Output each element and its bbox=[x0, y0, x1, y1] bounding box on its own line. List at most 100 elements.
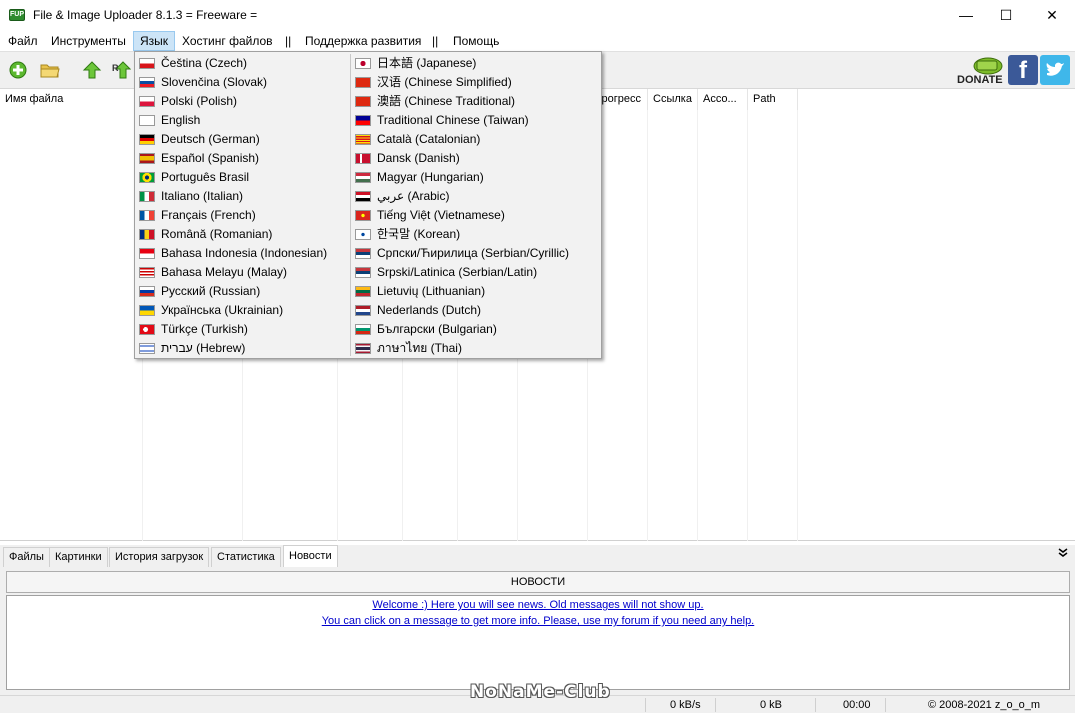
news-link[interactable]: You can click on a message to get more i… bbox=[7, 615, 1069, 627]
facebook-button[interactable]: f bbox=[1008, 55, 1038, 85]
language-option-label: Català (Catalonian) bbox=[377, 132, 481, 146]
language-option[interactable]: Slovenčina (Slovak) bbox=[139, 73, 347, 92]
language-option-label: 澳語 (Chinese Traditional) bbox=[377, 94, 516, 108]
menu-separator: || bbox=[432, 34, 439, 48]
language-option[interactable]: Tiếng Việt (Vietnamese) bbox=[355, 206, 599, 225]
language-option[interactable]: عربي (Arabic) bbox=[355, 187, 599, 206]
app-icon: FUP bbox=[9, 9, 25, 21]
menu-separator: || bbox=[285, 34, 292, 48]
menu-column-divider bbox=[350, 54, 351, 356]
menu-tools[interactable]: Инструменты bbox=[45, 31, 132, 51]
language-option[interactable]: ภาษาไทย (Thai) bbox=[355, 339, 599, 358]
news-panel: НОВОСТИ Welcome :) Here you will see new… bbox=[0, 567, 1075, 695]
status-divider bbox=[885, 698, 886, 712]
folder-icon[interactable] bbox=[40, 61, 60, 79]
thai-flag-icon bbox=[355, 343, 371, 354]
menu-support[interactable]: Поддержка развития bbox=[299, 31, 427, 51]
menu-language[interactable]: Язык bbox=[133, 31, 176, 51]
language-option[interactable]: Türkçe (Turkish) bbox=[139, 320, 347, 339]
serbian-flag-icon bbox=[355, 267, 371, 278]
language-option[interactable]: Русский (Russian) bbox=[139, 282, 347, 301]
tab-images[interactable]: Картинки bbox=[49, 547, 108, 567]
tab-statistics[interactable]: Статистика bbox=[211, 547, 281, 567]
tab-files[interactable]: Файлы bbox=[3, 547, 50, 567]
polish-flag-icon bbox=[139, 96, 155, 107]
language-option[interactable]: Magyar (Hungarian) bbox=[355, 168, 599, 187]
language-column-right: 日本語 (Japanese) 汉语 (Chinese Simplified) 澳語 … bbox=[355, 54, 599, 358]
language-option[interactable]: English bbox=[139, 111, 347, 130]
language-option[interactable]: Română (Romanian) bbox=[139, 225, 347, 244]
add-icon[interactable] bbox=[8, 61, 28, 79]
status-divider bbox=[715, 698, 716, 712]
language-option-label: Čeština (Czech) bbox=[161, 56, 248, 70]
twitter-button[interactable] bbox=[1040, 55, 1070, 85]
column-account[interactable]: Acco... bbox=[698, 89, 748, 110]
czech-flag-icon bbox=[139, 58, 155, 69]
language-option[interactable]: 澳語 (Chinese Traditional) bbox=[355, 92, 599, 111]
collapse-chevron-icon[interactable] bbox=[1058, 548, 1068, 561]
italian-flag-icon bbox=[139, 191, 155, 202]
language-option[interactable]: 한국말 (Korean) bbox=[355, 225, 599, 244]
language-option[interactable]: Français (French) bbox=[139, 206, 347, 225]
menu-hosting[interactable]: Хостинг файлов bbox=[176, 31, 279, 51]
status-divider bbox=[645, 698, 646, 712]
language-option-label: Italiano (Italian) bbox=[161, 189, 244, 203]
language-option[interactable]: Português Brasil bbox=[139, 168, 347, 187]
language-option[interactable]: Traditional Chinese (Taiwan) bbox=[355, 111, 599, 130]
news-header-button[interactable]: НОВОСТИ bbox=[6, 571, 1070, 593]
language-option[interactable]: 汉语 (Chinese Simplified) bbox=[355, 73, 599, 92]
language-option[interactable]: Lietuvių (Lithuanian) bbox=[355, 282, 599, 301]
language-option-label: عربي (Arabic) bbox=[377, 189, 450, 203]
language-option[interactable]: Polski (Polish) bbox=[139, 92, 347, 111]
language-option-label: Română (Romanian) bbox=[161, 227, 273, 241]
language-option[interactable]: Deutsch (German) bbox=[139, 130, 347, 149]
language-option[interactable]: Dansk (Danish) bbox=[355, 149, 599, 168]
language-dropdown-menu: Čeština (Czech) Slovenčina (Slovak) Polski… bbox=[134, 51, 602, 359]
language-option-label: Српски/Ћирилица (Serbian/Cyrillic) bbox=[377, 246, 570, 260]
tab-news[interactable]: Новости bbox=[283, 545, 338, 567]
language-option-label: Lietuvių (Lithuanian) bbox=[377, 284, 486, 298]
language-option-label: 한국말 (Korean) bbox=[377, 227, 461, 241]
tab-upload-history[interactable]: История загрузок bbox=[109, 547, 210, 567]
menu-bar: Файл Инструменты Язык Хостинг файлов || … bbox=[0, 31, 1075, 51]
hungarian-flag-icon bbox=[355, 172, 371, 183]
language-option[interactable]: Български (Bulgarian) bbox=[355, 320, 599, 339]
serbian-flag-icon bbox=[355, 248, 371, 259]
status-time: 00:00 bbox=[843, 699, 871, 711]
language-option[interactable]: Nederlands (Dutch) bbox=[355, 301, 599, 320]
language-option[interactable]: Українська (Ukrainian) bbox=[139, 301, 347, 320]
language-option[interactable]: Čeština (Czech) bbox=[139, 54, 347, 73]
upload-icon[interactable] bbox=[82, 61, 102, 79]
column-divider bbox=[747, 110, 748, 541]
svg-text:R: R bbox=[112, 63, 119, 73]
catalan-flag-icon bbox=[355, 134, 371, 145]
language-option-label: Polski (Polish) bbox=[161, 94, 238, 108]
language-option[interactable]: 日本語 (Japanese) bbox=[355, 54, 599, 73]
language-option[interactable]: Bahasa Indonesia (Indonesian) bbox=[139, 244, 347, 263]
french-flag-icon bbox=[139, 210, 155, 221]
language-option[interactable]: Español (Spanish) bbox=[139, 149, 347, 168]
menu-help[interactable]: Помощь bbox=[447, 31, 505, 51]
language-option[interactable]: Srpski/Latinica (Serbian/Latin) bbox=[355, 263, 599, 282]
language-option[interactable]: Italiano (Italian) bbox=[139, 187, 347, 206]
menu-file[interactable]: Файл bbox=[2, 31, 44, 51]
status-copyright: © 2008-2021 z_o_o_m bbox=[928, 699, 1041, 711]
column-filename[interactable]: Имя файла bbox=[0, 89, 143, 110]
language-option-label: Türkçe (Turkish) bbox=[161, 322, 248, 336]
language-option[interactable]: Bahasa Melayu (Malay) bbox=[139, 263, 347, 282]
column-path[interactable]: Path bbox=[748, 89, 798, 110]
maximize-button[interactable]: ☐ bbox=[983, 0, 1029, 31]
upload-all-icon[interactable]: R bbox=[111, 61, 131, 79]
language-option-label: Български (Bulgarian) bbox=[377, 322, 497, 336]
language-option[interactable]: Català (Catalonian) bbox=[355, 130, 599, 149]
column-divider bbox=[647, 110, 648, 541]
language-option-label: Українська (Ukrainian) bbox=[161, 303, 284, 317]
korean-flag-icon bbox=[355, 229, 371, 240]
language-option-label: ภาษาไทย (Thai) bbox=[377, 341, 462, 355]
donate-button[interactable]: DONATE bbox=[955, 55, 1005, 87]
column-link[interactable]: Ссылка bbox=[648, 89, 698, 110]
language-option[interactable]: Српски/Ћирилица (Serbian/Cyrillic) bbox=[355, 244, 599, 263]
close-button[interactable]: ✕ bbox=[1029, 0, 1075, 31]
language-option[interactable]: עברית (Hebrew) bbox=[139, 339, 347, 358]
news-link[interactable]: Welcome :) Here you will see news. Old m… bbox=[7, 599, 1069, 611]
